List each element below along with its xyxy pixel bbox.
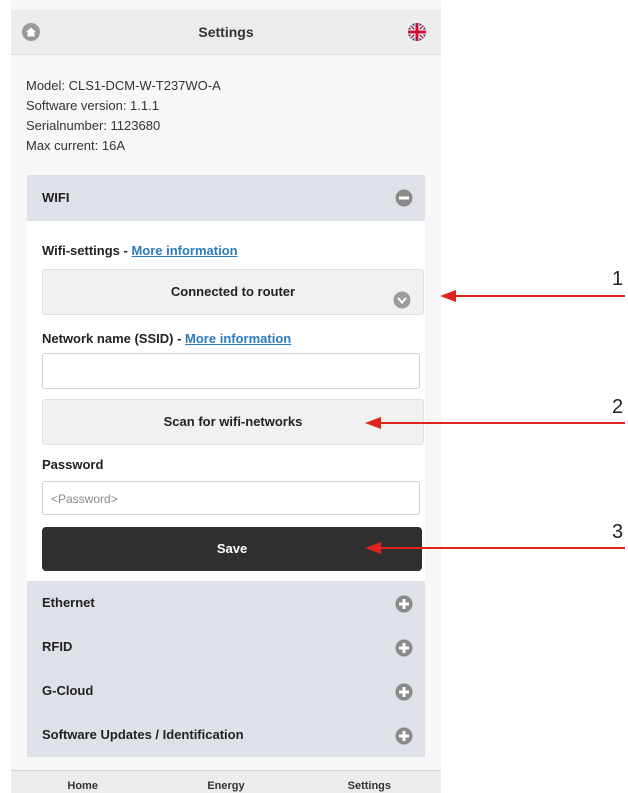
annotation-label-3: 3 (612, 521, 624, 543)
annotation-layer (365, 290, 625, 554)
annotation-arrow-3 (365, 542, 625, 554)
annotation-arrow-2 (365, 417, 625, 429)
annotation-arrow-1 (440, 290, 625, 302)
annotation-label-2: 2 (612, 396, 624, 418)
annotation-label-1: 1 (612, 268, 624, 290)
